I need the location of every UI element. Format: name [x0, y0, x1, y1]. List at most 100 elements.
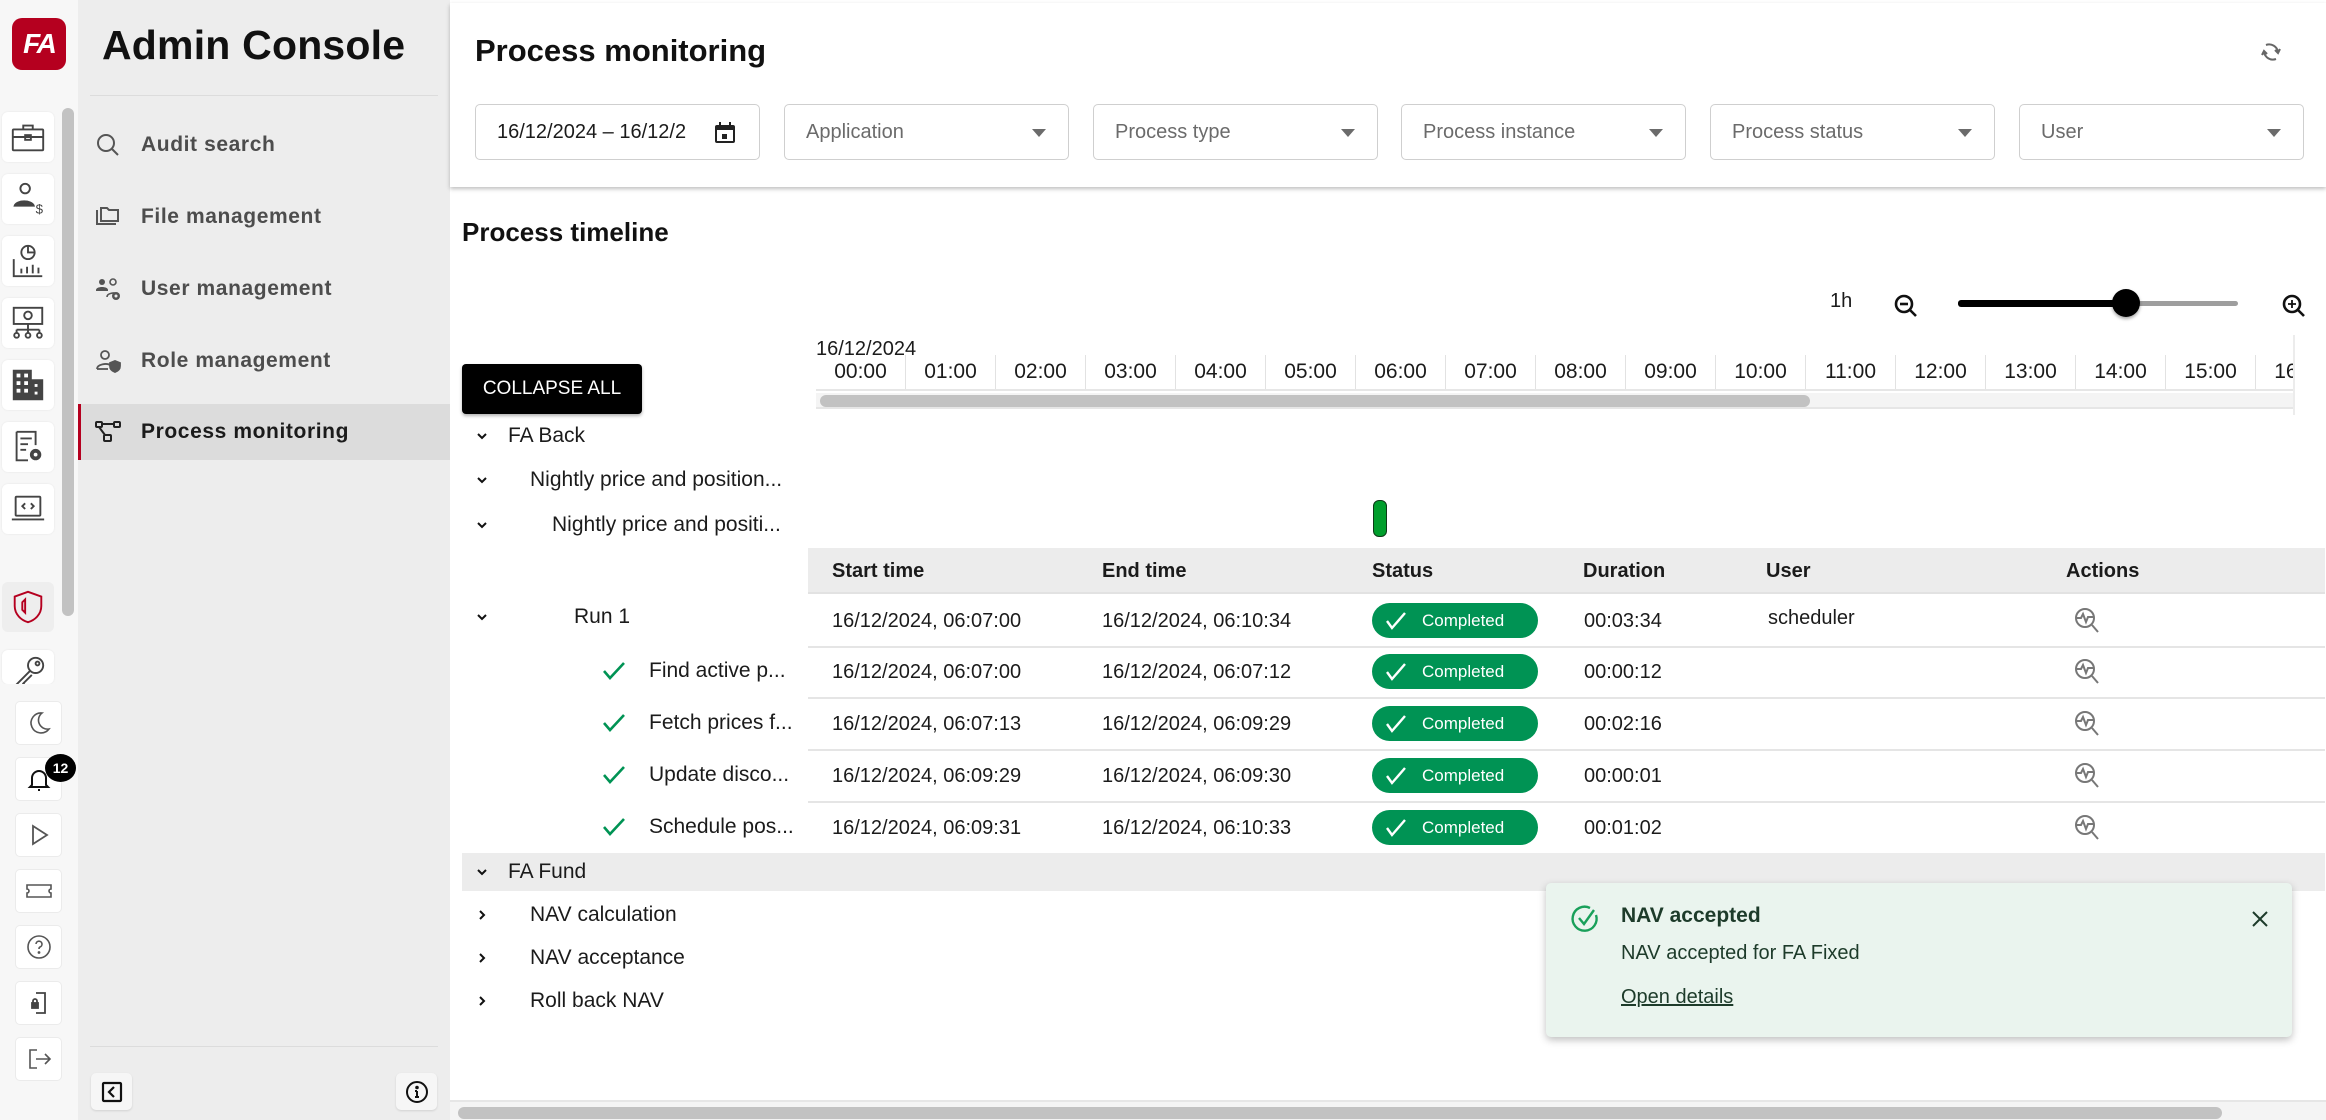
- collapse-sidebar-button[interactable]: [91, 1073, 132, 1110]
- page-horizontal-scrollbar[interactable]: [450, 1100, 2326, 1120]
- chevron-down-icon[interactable]: [474, 472, 490, 488]
- process-status-select[interactable]: Process status: [1710, 104, 1995, 160]
- timeline-hour-tick: 09:00: [1626, 355, 1716, 389]
- process-type-select[interactable]: Process type: [1093, 104, 1378, 160]
- tree-label: Roll back NAV: [530, 989, 664, 1012]
- sidebar-item-process-monitoring[interactable]: Process monitoring: [78, 404, 450, 460]
- application-select[interactable]: Application: [784, 104, 1069, 160]
- tickets-button[interactable]: [15, 869, 62, 913]
- calendar-icon[interactable]: [713, 121, 737, 145]
- user-shield-icon: [94, 347, 122, 375]
- date-range-value: 16/12/2024 – 16/12/2: [497, 120, 687, 143]
- timeline-hour-tick: 12:00: [1896, 355, 1986, 389]
- page-scroll-thumb[interactable]: [458, 1107, 2222, 1119]
- check-icon: [603, 818, 625, 836]
- timeline-header: 00:00 01:00 02:00 03:00 04:00 05:00 06:00 07:00…: [816, 355, 2293, 412]
- gantt-bar-run[interactable]: [1372, 500, 1387, 537]
- rail-item-fees[interactable]: [2, 298, 54, 348]
- check-icon: [1386, 611, 1406, 630]
- inspect-activity-icon[interactable]: [2073, 657, 2101, 687]
- chevron-down-icon[interactable]: [474, 609, 490, 625]
- tree-label: Run 1: [574, 605, 631, 628]
- check-icon: [1386, 818, 1406, 837]
- inspect-activity-icon[interactable]: [2073, 813, 2101, 843]
- rail-item-clients[interactable]: $: [2, 174, 54, 224]
- duration-cell: 00:00:12: [1584, 660, 1662, 683]
- status-badge: Completed: [1372, 758, 1538, 793]
- inspect-activity-icon[interactable]: [2073, 709, 2101, 739]
- timeline-hour-tick: 05:00: [1266, 355, 1356, 389]
- end-time-cell: 16/12/2024, 06:09:29: [1102, 712, 1292, 735]
- check-icon: [603, 766, 625, 784]
- rail-item-access[interactable]: [2, 650, 54, 684]
- timeline-hour-tick: 01:00: [906, 355, 996, 389]
- end-time-cell: 16/12/2024, 06:07:12: [1102, 660, 1292, 683]
- logout-button[interactable]: [15, 1037, 62, 1081]
- zoom-in-icon[interactable]: [2280, 292, 2308, 320]
- refresh-icon[interactable]: [2258, 39, 2284, 65]
- sidebar-item-file-management[interactable]: File management: [78, 189, 450, 245]
- rail-item-reports[interactable]: [2, 236, 54, 286]
- zoom-out-icon[interactable]: [1892, 292, 1920, 320]
- date-range-picker[interactable]: 16/12/2024 – 16/12/2: [475, 104, 760, 160]
- help-button[interactable]: [15, 925, 62, 969]
- user-placeholder: User: [2041, 120, 2084, 143]
- inspect-activity-icon[interactable]: [2073, 761, 2101, 791]
- caret-down-icon: [1958, 129, 1972, 137]
- users-settings-icon: [94, 275, 122, 303]
- process-instance-select[interactable]: Process instance: [1401, 104, 1686, 160]
- timeline-hour-tick: 13:00: [1986, 355, 2076, 389]
- table-row[interactable]: 16/12/2024, 06:09:31 16/12/2024, 06:10:33…: [808, 803, 2325, 855]
- inspect-activity-icon[interactable]: [2073, 606, 2101, 636]
- search-icon: [94, 131, 122, 159]
- sidebar-item-audit-search[interactable]: Audit search: [78, 117, 450, 173]
- chevron-right-icon[interactable]: [474, 950, 490, 966]
- rail-item-configuration[interactable]: [2, 422, 54, 472]
- open-details-link[interactable]: Open details: [1621, 986, 1733, 1009]
- column-actions: Actions: [2066, 559, 2140, 582]
- zoom-slider[interactable]: [1958, 288, 2238, 318]
- start-time-cell: 16/12/2024, 06:07:13: [832, 712, 1022, 735]
- rail-item-developer[interactable]: [2, 484, 54, 534]
- duration-cell: 00:00:01: [1584, 764, 1662, 787]
- section-title: Process timeline: [462, 217, 669, 247]
- sidebar-item-role-management[interactable]: Role management: [78, 333, 450, 389]
- start-time-cell: 16/12/2024, 06:09:29: [832, 764, 1022, 787]
- chevron-down-icon[interactable]: [474, 428, 490, 444]
- slider-thumb[interactable]: [2112, 289, 2140, 317]
- timeline-scroll-thumb[interactable]: [820, 395, 1810, 407]
- help-icon: [26, 935, 51, 959]
- user-select[interactable]: User: [2019, 104, 2304, 160]
- toast-message: NAV accepted for FA Fixed: [1621, 942, 1860, 964]
- dark-mode-button[interactable]: [15, 701, 62, 745]
- timeline-scrollbar[interactable]: [816, 393, 2293, 409]
- info-icon: [405, 1080, 428, 1103]
- table-row[interactable]: 16/12/2024, 06:07:13 16/12/2024, 06:09:29…: [808, 699, 2325, 751]
- fa-logo[interactable]: FA: [12, 18, 66, 70]
- collapse-all-button[interactable]: COLLAPSE ALL: [462, 364, 642, 414]
- rail-item-admin[interactable]: [2, 582, 54, 632]
- chevron-right-icon[interactable]: [474, 907, 490, 923]
- rail-item-portfolio[interactable]: [2, 112, 54, 162]
- sidebar-item-user-management[interactable]: User management: [78, 261, 450, 317]
- check-icon: [603, 662, 625, 680]
- close-icon[interactable]: [2250, 909, 2270, 929]
- table-header: Start time End time Status Duration User…: [808, 548, 2325, 594]
- duration-cell: 00:01:02: [1584, 816, 1662, 839]
- tree-label: NAV acceptance: [530, 946, 685, 969]
- table-row[interactable]: 16/12/2024, 06:09:29 16/12/2024, 06:09:30…: [808, 751, 2325, 803]
- rail-item-organization[interactable]: [2, 360, 54, 410]
- chevron-down-icon[interactable]: [474, 864, 490, 880]
- process-status-placeholder: Process status: [1732, 120, 1864, 143]
- process-flow-icon: [94, 418, 122, 446]
- chevron-right-icon[interactable]: [474, 993, 490, 1009]
- table-row[interactable]: 16/12/2024, 06:07:00 16/12/2024, 06:07:12…: [808, 647, 2325, 699]
- table-row[interactable]: 16/12/2024, 06:07:00 16/12/2024, 06:10:34…: [808, 596, 2325, 648]
- tree-label: FA Back: [508, 424, 586, 447]
- rail-scrollbar[interactable]: [62, 108, 74, 616]
- chevron-down-icon[interactable]: [474, 517, 490, 533]
- info-button[interactable]: [396, 1073, 437, 1110]
- device-lock-button[interactable]: [15, 981, 62, 1025]
- run-button[interactable]: [15, 813, 62, 857]
- briefcase-icon: [11, 124, 45, 152]
